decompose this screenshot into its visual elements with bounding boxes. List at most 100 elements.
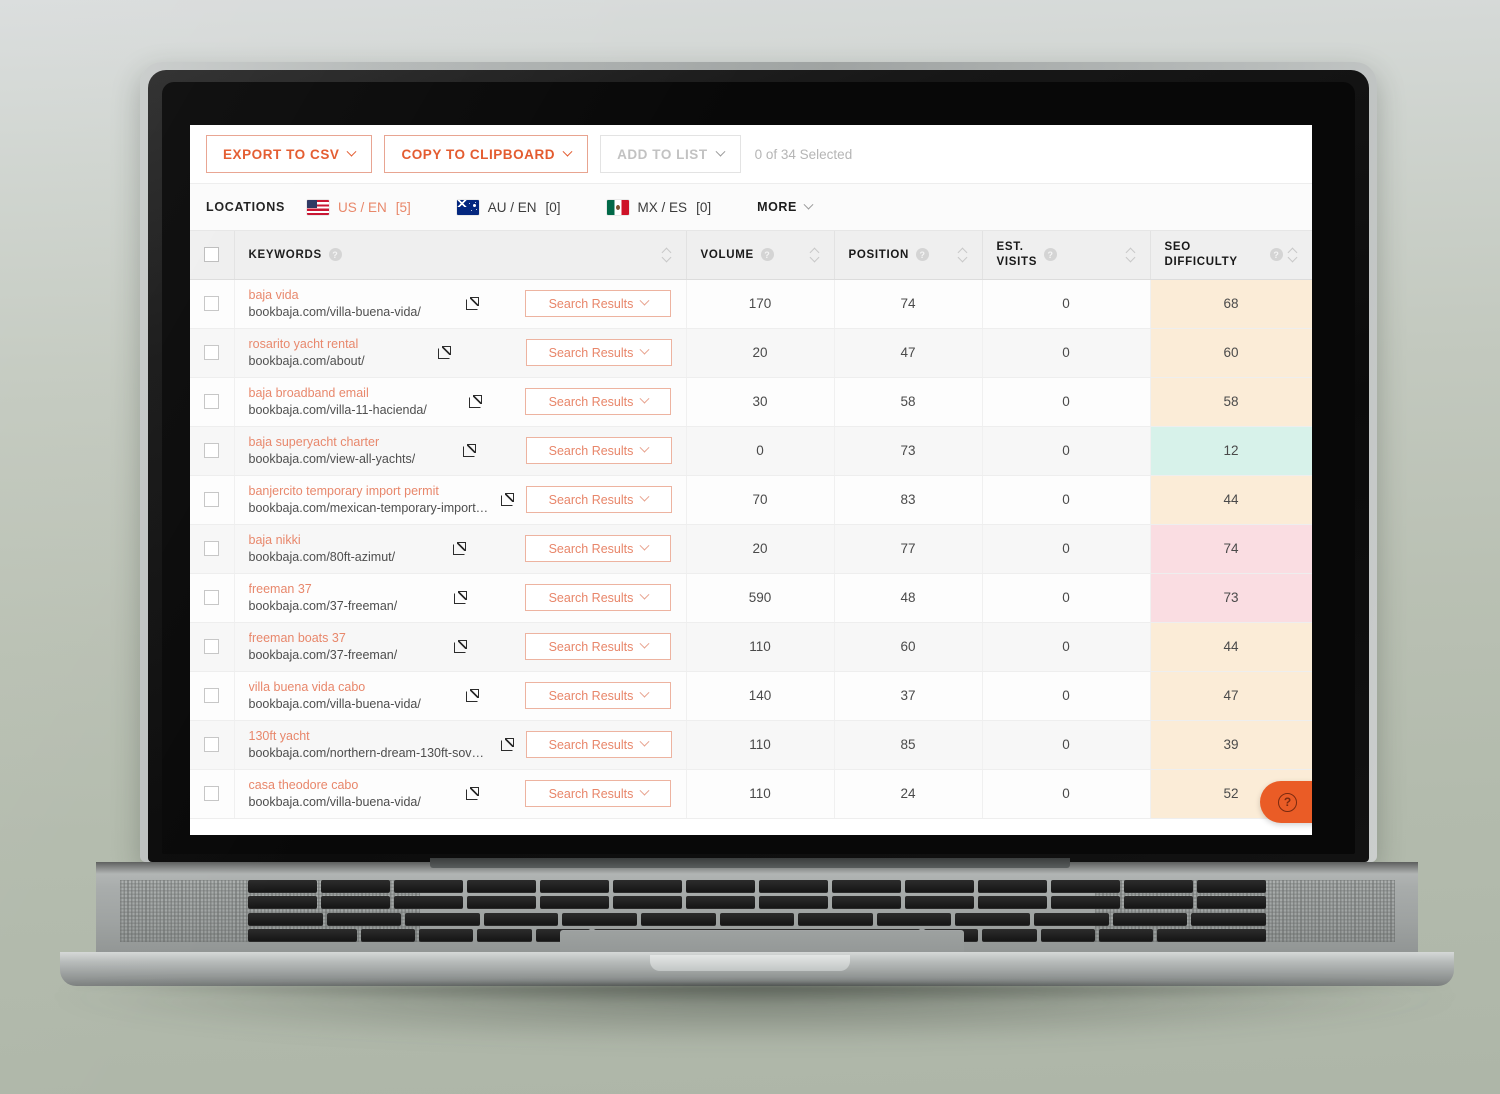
add-to-list-label: ADD TO LIST [617, 146, 708, 162]
copy-to-clipboard-button[interactable]: COPY TO CLIPBOARD [384, 135, 589, 173]
search-results-button[interactable]: Search Results [525, 388, 672, 415]
est-visits-cell: 0 [982, 622, 1151, 672]
location-count-mx: [0] [696, 199, 712, 215]
keyword-link[interactable]: freeman boats 37 [249, 630, 398, 647]
search-results-button[interactable]: Search Results [525, 731, 672, 758]
row-checkbox[interactable] [204, 639, 220, 655]
keyword-url: bookbaja.com/37-freeman/ [248, 647, 398, 662]
help-icon[interactable]: ? [760, 248, 774, 262]
seo-difficulty-cell: 60 [1150, 328, 1312, 378]
add-to-list-button[interactable]: ADD TO LIST [600, 135, 741, 173]
locations-more-button[interactable]: MORE [757, 199, 814, 214]
position-cell: 60 [834, 622, 983, 672]
keyboard-key [360, 928, 415, 942]
row-checkbox[interactable] [204, 737, 220, 753]
keyword-link[interactable]: baja superyacht charter [249, 434, 416, 451]
keyword-link[interactable]: freeman 37 [249, 581, 398, 598]
search-results-button[interactable]: Search Results [525, 633, 672, 660]
external-link-icon[interactable] [465, 297, 479, 310]
help-support-button[interactable]: ? [1260, 781, 1312, 823]
chevron-down-icon [639, 491, 650, 502]
column-header-est-visits[interactable]: EST. VISITS ? [982, 231, 1151, 280]
column-header-position[interactable]: POSITION ? [834, 231, 983, 280]
external-link-icon[interactable] [452, 542, 466, 555]
help-icon[interactable]: ? [916, 248, 930, 262]
sort-toggle-seo-difficulty[interactable] [1289, 248, 1298, 261]
search-results-button[interactable]: Search Results [525, 584, 672, 611]
seo-difficulty-cell: 39 [1150, 720, 1312, 770]
keyword-link[interactable]: baja vida [249, 287, 421, 304]
column-header-seo-difficulty[interactable]: SEO DIFFICULTY ? [1150, 231, 1312, 280]
search-results-button[interactable]: Search Results [525, 780, 672, 807]
search-results-button[interactable]: Search Results [525, 486, 672, 513]
help-icon[interactable]: ? [328, 248, 342, 262]
external-link-icon[interactable] [453, 640, 467, 653]
row-select-cell [190, 671, 235, 721]
est-visits-cell: 0 [982, 671, 1151, 721]
search-results-button[interactable]: Search Results [525, 682, 672, 709]
row-checkbox[interactable] [204, 688, 220, 704]
keyword-link[interactable]: baja broadband email [249, 385, 427, 402]
row-checkbox[interactable] [204, 786, 220, 802]
sort-toggle-keywords[interactable] [663, 248, 672, 261]
row-checkbox[interactable] [204, 492, 220, 508]
keyword-url: bookbaja.com/view-all-yachts/ [248, 451, 416, 466]
keyword-link[interactable]: 130ft yacht [249, 728, 491, 745]
external-link-icon[interactable] [465, 689, 479, 702]
sort-toggle-position[interactable] [959, 248, 968, 261]
search-results-label: Search Results [548, 394, 634, 409]
keyword-link[interactable]: banjercito temporary import permit [249, 483, 491, 500]
location-tab-us[interactable]: US / EN [5] [306, 199, 411, 215]
position-cell: 77 [834, 524, 983, 574]
table-row: baja vida bookbaja.com/villa-buena-vida/S… [190, 279, 1312, 329]
keyword-link[interactable]: rosarito yacht rental [249, 336, 365, 353]
external-link-icon[interactable] [462, 444, 476, 457]
row-checkbox[interactable] [204, 345, 220, 361]
keyboard-key [641, 912, 716, 926]
column-label-est-visits-line2: VISITS [996, 255, 1038, 268]
search-results-button[interactable]: Search Results [525, 290, 672, 317]
row-select-cell [190, 622, 235, 672]
select-all-checkbox[interactable] [204, 247, 220, 263]
search-results-button[interactable]: Search Results [525, 535, 672, 562]
keyboard-key [394, 880, 463, 893]
row-checkbox[interactable] [204, 296, 220, 312]
keyword-link[interactable]: villa buena vida cabo [249, 679, 421, 696]
sort-toggle-volume[interactable] [811, 248, 820, 261]
keyboard-key [832, 896, 901, 910]
location-tab-mx[interactable]: MX / ES [0] [606, 199, 712, 215]
chevron-down-icon [639, 540, 650, 551]
export-to-csv-button[interactable]: EXPORT TO CSV [206, 135, 373, 173]
external-link-icon[interactable] [437, 346, 451, 359]
keyword-link[interactable]: baja nikki [249, 532, 396, 549]
help-icon[interactable]: ? [1270, 248, 1283, 262]
location-tab-au[interactable]: AU / EN [0] [456, 199, 561, 215]
column-header-volume[interactable]: VOLUME ? [686, 231, 835, 280]
external-link-icon[interactable] [468, 395, 482, 408]
copy-to-clipboard-label: COPY TO CLIPBOARD [401, 146, 556, 162]
keyword-url: bookbaja.com/37-freeman/ [248, 598, 398, 613]
table-row: rosarito yacht rental bookbaja.com/about/… [190, 328, 1312, 378]
external-link-icon[interactable] [500, 493, 514, 506]
locations-bar: LOCATIONS US / EN [5] AU / EN [0] MX / E… [190, 183, 1312, 231]
search-results-button[interactable]: Search Results [525, 437, 672, 464]
row-checkbox[interactable] [204, 443, 220, 459]
help-icon[interactable]: ? [1044, 248, 1058, 262]
row-checkbox[interactable] [204, 394, 220, 410]
keyword-cell: casa theodore cabo bookbaja.com/villa-bue… [234, 769, 687, 819]
row-checkbox[interactable] [204, 541, 220, 557]
external-link-icon[interactable] [500, 738, 514, 751]
table-row: freeman 37 bookbaja.com/37-freeman/Search… [190, 573, 1312, 623]
chevron-down-icon [639, 442, 650, 453]
row-checkbox[interactable] [204, 590, 220, 606]
external-link-icon[interactable] [465, 787, 479, 800]
search-results-button[interactable]: Search Results [525, 339, 672, 366]
keyword-link[interactable]: casa theodore cabo [249, 777, 421, 794]
external-link-icon[interactable] [453, 591, 467, 604]
chevron-down-icon [639, 736, 650, 747]
column-header-keywords[interactable]: KEYWORDS ? [234, 231, 687, 280]
est-visits-cell: 0 [982, 377, 1151, 427]
sort-toggle-est-visits[interactable] [1127, 248, 1136, 261]
keyboard-key [1124, 896, 1193, 910]
table-row: villa buena vida cabo bookbaja.com/villa-… [190, 671, 1312, 721]
